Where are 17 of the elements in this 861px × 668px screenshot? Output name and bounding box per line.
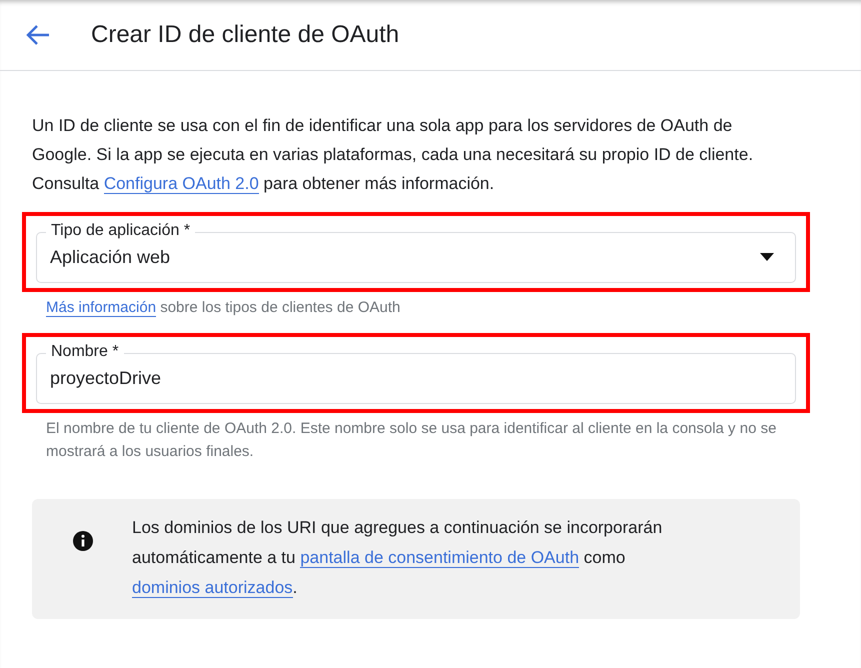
field-label: Tipo de aplicación *	[46, 221, 196, 241]
field-value: Aplicación web	[50, 246, 172, 268]
input-field[interactable]: Nombre * proyectoDrive	[36, 342, 796, 404]
link[interactable]: Configura OAuth 2.0	[104, 174, 259, 194]
link[interactable]: pantalla de consentimiento de OAuth	[300, 548, 580, 568]
caret-icon	[760, 253, 774, 261]
page-title: Crear ID de cliente de OAuth	[91, 21, 400, 49]
info-text: Los dominios de los URI que agregues a continuación se incorporarán automáticamente a tu pantalla de consentimiento de OAuth como dominios autorizados.	[132, 517, 664, 600]
field-value: proyectoDrive	[50, 368, 162, 388]
intro-paragraph: Un ID de cliente se usa con el fin de identificar una sola app para los servidores de OAuth de Google. Si la app se ejecuta en varias plataformas, cada una necesitará su propio ID de cliente. Consulta Configura OAuth 2.0 para obtener más información.	[32, 115, 754, 196]
help-text: El nombre de tu cliente de OAuth 2.0. Este nombre solo se usa para identificar al cliente en la consola y no se mostrará a los usuarios finales.	[46, 419, 778, 462]
link[interactable]: dominios autorizados	[132, 578, 293, 598]
back-arrow-icon[interactable]	[25, 24, 51, 46]
dropdown-field[interactable]: Tipo de aplicación * Aplicación web	[36, 221, 796, 283]
info-icon	[72, 530, 94, 552]
help-text: Más información sobre los tipos de clientes de OAuth	[46, 298, 402, 319]
link[interactable]: Más información	[46, 299, 156, 317]
